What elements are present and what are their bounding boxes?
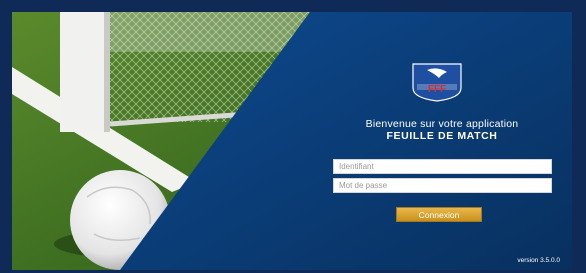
username-input[interactable] (333, 159, 552, 174)
login-screen: FFF Bienvenue sur votre application FEUI… (12, 12, 572, 270)
app-title: FEUILLE DE MATCH (386, 130, 498, 142)
device-frame: FFF Bienvenue sur votre application FEUI… (0, 0, 586, 273)
logo-text: FFF (428, 84, 446, 95)
welcome-text: Bienvenue sur votre application (365, 118, 519, 130)
login-button[interactable]: Connexion (396, 207, 482, 222)
password-input[interactable] (333, 178, 552, 193)
fff-logo-icon: FFF (412, 63, 462, 102)
version-label: version 3.5.0.0 (517, 257, 560, 264)
